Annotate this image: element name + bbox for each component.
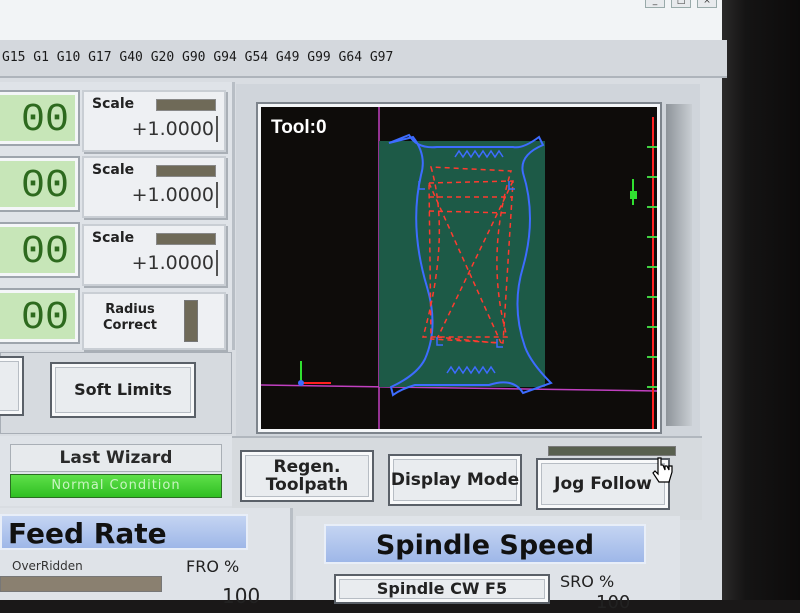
part-stock [379, 141, 545, 387]
jog-follow-led [548, 446, 676, 456]
sro-label: SRO % [560, 572, 615, 591]
soft-limits-button[interactable]: Soft Limits [50, 362, 196, 418]
jog-follow-button[interactable]: Jog Follow [536, 458, 670, 510]
close-icon[interactable]: × [697, 0, 717, 8]
status-indicator: Normal Condition [10, 474, 222, 498]
maximize-icon[interactable]: □ [671, 0, 691, 8]
scale-y: Scale +1.0000 [82, 156, 226, 218]
sro-value[interactable]: 100 [596, 592, 630, 613]
regen-toolpath-button[interactable]: Regen. Toolpath [240, 450, 374, 502]
toolpath-display[interactable]: Tool:0 [256, 102, 662, 434]
fro-override-led [0, 576, 162, 592]
radius-correct-label: Radius Correct [102, 302, 158, 333]
minimize-icon[interactable]: _ [645, 0, 665, 8]
radius-correct: Radius Correct [82, 292, 226, 350]
partial-button[interactable] [0, 356, 24, 416]
scale-label: Scale [92, 230, 135, 246]
monitor-bezel [722, 0, 800, 600]
spindle-speed-title: Spindle Speed [324, 524, 646, 564]
scale-label: Scale [92, 162, 135, 178]
scale-label: Scale [92, 96, 135, 112]
toolpath-bevel [666, 104, 692, 426]
dro-y-value[interactable]: 00 [0, 156, 80, 212]
scale-x: Scale +1.0000 [82, 90, 226, 152]
scale-led[interactable] [156, 233, 216, 245]
overridden-label: OverRidden [12, 559, 83, 573]
display-mode-button[interactable]: Display Mode [388, 454, 522, 506]
origin-triad [298, 361, 331, 386]
feed-rate-title: Feed Rate [0, 514, 248, 550]
scale-y-value[interactable]: +1.0000 [114, 182, 218, 208]
dro-x-value[interactable]: 00 [0, 90, 80, 146]
fro-label: FRO % [186, 557, 240, 576]
window-top: _ □ × [0, 0, 725, 40]
last-wizard-button[interactable]: Last Wizard [10, 444, 222, 472]
tool-position-marker [630, 179, 637, 205]
fro-value[interactable]: 100 [222, 584, 260, 608]
scale-x-value[interactable]: +1.0000 [114, 116, 218, 142]
scale-z: Scale +1.0000 [82, 224, 226, 286]
toolpath-svg: Tool:0 [261, 107, 657, 429]
radius-correct-led[interactable] [184, 300, 198, 342]
scale-led[interactable] [156, 165, 216, 177]
mouse-cursor-icon [652, 456, 674, 486]
dro-z-value[interactable]: 00 [0, 222, 80, 278]
dro-a-value[interactable]: 00 [0, 288, 80, 344]
gcode-modal-line: G15 G1 G10 G17 G40 G20 G90 G94 G54 G49 G… [0, 40, 727, 78]
tool-label: Tool:0 [271, 117, 327, 138]
scale-led[interactable] [156, 99, 216, 111]
scale-z-value[interactable]: +1.0000 [114, 250, 218, 276]
